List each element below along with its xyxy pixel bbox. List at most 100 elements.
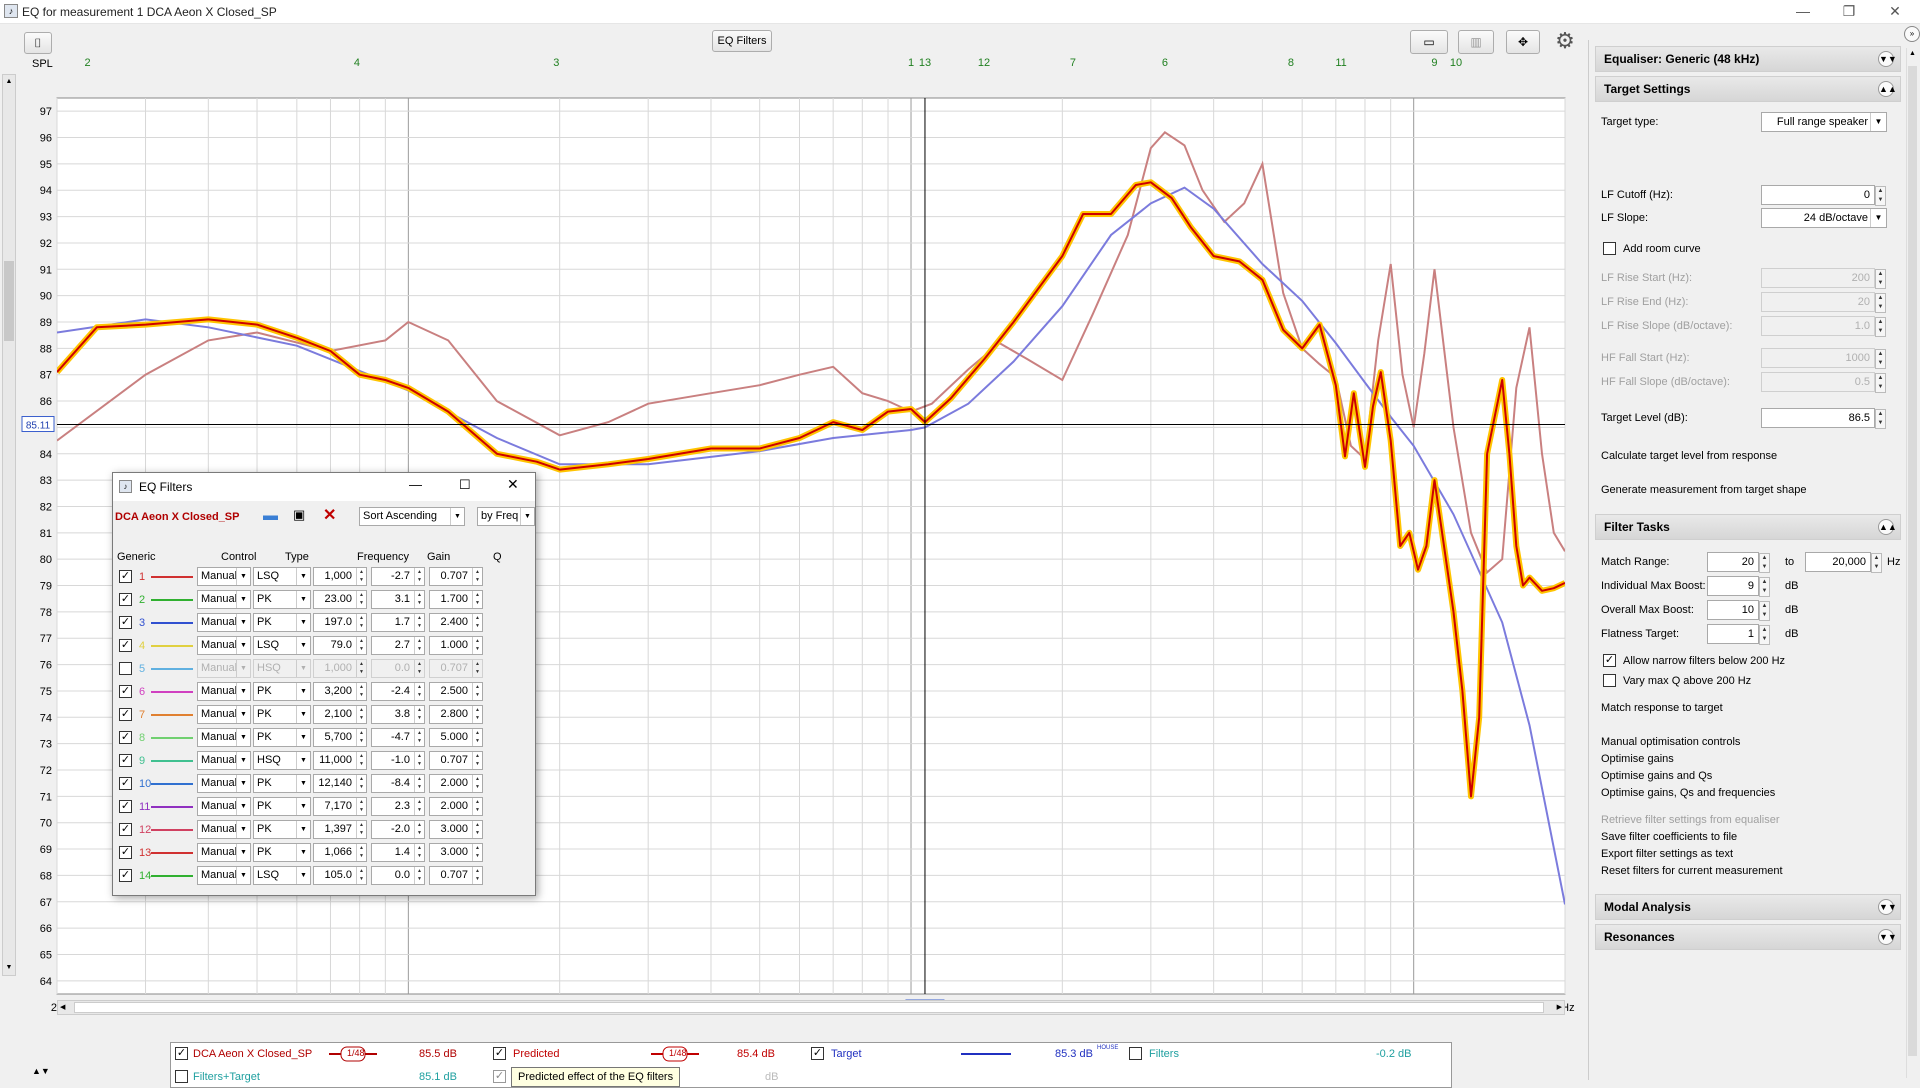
filter-type-select[interactable]: PK ▼ [253, 774, 311, 793]
expand-chevron-icon[interactable]: ▼▼ [1878, 51, 1897, 67]
hscroll-thumb[interactable] [74, 1002, 1544, 1013]
filter-frequency-input[interactable]: 12,140 ▲ ▼ [313, 774, 367, 793]
equaliser-header[interactable]: Equaliser: Generic (48 kHz) ▼▼ [1595, 46, 1901, 72]
filter-frequency-input[interactable]: 7,170 ▲ ▼ [313, 797, 367, 816]
filter-q-input[interactable]: 1.000 ▲ ▼ [429, 636, 483, 655]
legend-predicted-checkbox[interactable]: ✓ [493, 1047, 506, 1060]
target-type-select[interactable]: Full range speaker ▼ [1761, 112, 1887, 132]
maximize-button[interactable]: ❐ [1826, 0, 1872, 24]
minimize-button[interactable]: — [1780, 0, 1826, 24]
filter-frequency-input[interactable]: 1,397 ▲ ▼ [313, 820, 367, 839]
filter-gain-input[interactable]: -2.7 ▲ ▼ [371, 567, 425, 586]
hf-fall-start-input[interactable]: 1000 ▲ ▼ [1761, 348, 1886, 369]
filter-enable-checkbox[interactable]: ✓ [119, 777, 132, 790]
filter-control-select[interactable]: Manual ▼ [197, 774, 251, 793]
lf-rise-start-input[interactable]: 200 ▲ ▼ [1761, 268, 1886, 289]
filter-frequency-input[interactable]: 1,066 ▲ ▼ [313, 843, 367, 862]
filter-q-input[interactable]: 0.707 ▲ ▼ [429, 866, 483, 885]
match-response-link[interactable]: Match response to target [1601, 702, 1723, 714]
filter-gain-input[interactable]: 3.1 ▲ ▼ [371, 590, 425, 609]
match-range-from-input[interactable]: 20 ▲ ▼ [1707, 552, 1770, 573]
filter-enable-checkbox[interactable]: ✓ [119, 869, 132, 882]
legend-measurement-name[interactable]: DCA Aeon X Closed_SP [193, 1048, 312, 1060]
filter-q-input[interactable]: 0.707 ▲ ▼ [429, 567, 483, 586]
legend-target-name[interactable]: Target [831, 1048, 862, 1060]
legend-effect-checkbox[interactable]: ✓ [493, 1070, 506, 1083]
filter-gain-input[interactable]: -4.7 ▲ ▼ [371, 728, 425, 747]
filter-type-select[interactable]: PK ▼ [253, 820, 311, 839]
legend-measurement-checkbox[interactable]: ✓ [175, 1047, 188, 1060]
panel-collapse-icon[interactable]: » [1904, 26, 1920, 42]
legend-target-checkbox[interactable]: ✓ [811, 1047, 824, 1060]
export-settings-link[interactable]: Export filter settings as text [1601, 848, 1733, 860]
filter-control-select[interactable]: Manual ▼ [197, 751, 251, 770]
filter-enable-checkbox[interactable]: ✓ [119, 846, 132, 859]
filter-enable-checkbox[interactable]: ✓ [119, 708, 132, 721]
panel-scroll-thumb[interactable] [1908, 66, 1917, 1056]
expand-chevron-icon[interactable]: ▼▼ [1878, 929, 1897, 945]
legend-predicted-name[interactable]: Predicted [513, 1048, 559, 1060]
filter-frequency-input[interactable]: 1,000 ▲ ▼ [313, 567, 367, 586]
filter-control-select[interactable]: Manual ▼ [197, 843, 251, 862]
hf-fall-slope-input[interactable]: 0.5 ▲ ▼ [1761, 372, 1886, 393]
target-settings-header[interactable]: Target Settings ▲▲ [1595, 76, 1901, 102]
eq-dialog-maximize-button[interactable]: ☐ [459, 477, 471, 493]
allow-narrow-checkbox[interactable]: ✓ [1603, 654, 1616, 667]
filter-enable-checkbox[interactable]: ✓ [119, 570, 132, 583]
folder-icon[interactable]: ▬ [263, 507, 278, 524]
filter-type-select[interactable]: HSQ ▼ [253, 659, 311, 678]
filter-control-select[interactable]: Manual ▼ [197, 705, 251, 724]
filter-frequency-input[interactable]: 5,700 ▲ ▼ [313, 728, 367, 747]
panel-scrollbar[interactable]: ▲ [1906, 48, 1918, 1078]
filter-q-input[interactable]: 2.800 ▲ ▼ [429, 705, 483, 724]
filter-type-select[interactable]: LSQ ▼ [253, 866, 311, 885]
filter-frequency-input[interactable]: 23.00 ▲ ▼ [313, 590, 367, 609]
match-range-to-input[interactable]: 20,000 ▲ ▼ [1805, 552, 1882, 573]
filter-gain-input[interactable]: 0.0 ▲ ▼ [371, 866, 425, 885]
sort-by-select[interactable]: by Freq ▼ [477, 507, 535, 526]
close-window-button[interactable]: ✕ [1872, 0, 1918, 24]
save-coefficients-link[interactable]: Save filter coefficients to file [1601, 831, 1737, 843]
filter-enable-checkbox[interactable]: ✓ [119, 754, 132, 767]
legend-filters-name[interactable]: Filters [1149, 1048, 1179, 1060]
lf-rise-slope-input[interactable]: 1.0 ▲ ▼ [1761, 316, 1886, 337]
filter-gain-input[interactable]: 0.0 ▲ ▼ [371, 659, 425, 678]
filter-q-input[interactable]: 2.400 ▲ ▼ [429, 613, 483, 632]
filter-q-input[interactable]: 2.000 ▲ ▼ [429, 774, 483, 793]
save-filters-icon[interactable]: ▣ [293, 507, 305, 523]
filter-gain-input[interactable]: -2.0 ▲ ▼ [371, 820, 425, 839]
filter-gain-input[interactable]: 3.8 ▲ ▼ [371, 705, 425, 724]
filter-enable-checkbox[interactable]: ✓ [119, 639, 132, 652]
lf-rise-end-input[interactable]: 20 ▲ ▼ [1761, 292, 1886, 313]
eq-dialog-close-button[interactable]: ✕ [507, 476, 519, 493]
filter-type-select[interactable]: HSQ ▼ [253, 751, 311, 770]
filter-type-select[interactable]: PK ▼ [253, 728, 311, 747]
filter-gain-input[interactable]: 2.7 ▲ ▼ [371, 636, 425, 655]
overall-max-boost-input[interactable]: 10 ▲ ▼ [1707, 600, 1770, 621]
filter-type-select[interactable]: PK ▼ [253, 682, 311, 701]
modal-analysis-header[interactable]: Modal Analysis ▼▼ [1595, 894, 1901, 920]
filter-control-select[interactable]: Manual ▼ [197, 590, 251, 609]
filter-q-input[interactable]: 5.000 ▲ ▼ [429, 728, 483, 747]
filter-q-input[interactable]: 3.000 ▲ ▼ [429, 843, 483, 862]
filter-control-select[interactable]: Manual ▼ [197, 636, 251, 655]
legend-filters-checkbox[interactable] [1129, 1047, 1142, 1060]
filter-type-select[interactable]: PK ▼ [253, 843, 311, 862]
filter-frequency-input[interactable]: 3,200 ▲ ▼ [313, 682, 367, 701]
filter-enable-checkbox[interactable]: ✓ [119, 731, 132, 744]
collapse-arrows-icon[interactable]: ▲▼ [32, 1066, 50, 1076]
collapse-chevron-icon[interactable]: ▲▲ [1878, 81, 1897, 97]
filter-q-input[interactable]: 3.000 ▲ ▼ [429, 820, 483, 839]
filter-frequency-input[interactable]: 2,100 ▲ ▼ [313, 705, 367, 724]
filter-q-input[interactable]: 2.000 ▲ ▼ [429, 797, 483, 816]
sort-order-select[interactable]: Sort Ascending ▼ [359, 507, 465, 526]
legend-filters-target-checkbox[interactable] [175, 1070, 188, 1083]
lf-cutoff-input[interactable]: 0 ▲ ▼ [1761, 185, 1886, 206]
filter-gain-input[interactable]: 1.4 ▲ ▼ [371, 843, 425, 862]
filter-type-select[interactable]: PK ▼ [253, 705, 311, 724]
optimise-gains-link[interactable]: Optimise gains [1601, 753, 1674, 765]
filter-enable-checkbox[interactable]: ✓ [119, 685, 132, 698]
filter-enable-checkbox[interactable]: ✓ [119, 800, 132, 813]
filter-enable-checkbox[interactable]: ✓ [119, 823, 132, 836]
filter-enable-checkbox[interactable] [119, 662, 132, 675]
